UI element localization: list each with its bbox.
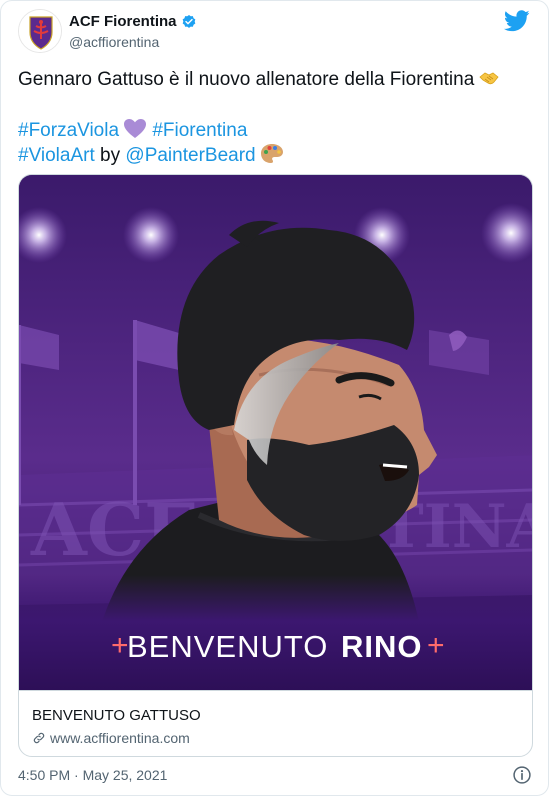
mention-painterbeard-link[interactable]: @PainterBeard [125,145,255,166]
tweet-text: Gennaro Gattuso è il nuovo allenatore de… [18,67,533,168]
by-word: by [100,145,121,166]
tweet-line-3: #ViolaArt by @PainterBeard [18,143,533,168]
account-handle[interactable]: @acffiorentina [69,34,159,50]
link-card[interactable]: ACF TINA [18,174,533,757]
card-domain[interactable]: www.acffiorentina.com [50,730,190,746]
tweet-main-sentence: Gennaro Gattuso è il nuovo allenatore de… [18,69,475,90]
gattuso-illustration: ACF TINA [19,175,532,690]
banner-fleur-left: + [111,629,129,662]
tweet-embed: ACF Fiorentina @acffiorentina Gennaro Ga… [0,0,549,796]
account-avatar[interactable] [18,9,62,53]
account-name-row[interactable]: ACF Fiorentina [69,13,197,30]
info-icon[interactable] [512,765,532,785]
tweet-line-1: Gennaro Gattuso è il nuovo allenatore de… [18,67,533,92]
link-chain-icon [33,732,45,744]
card-title[interactable]: BENVENUTO GATTUSO [32,707,201,724]
handshake-emoji-icon [479,72,499,85]
hashtag-fiorentina-link[interactable]: #Fiorentina [152,120,247,141]
card-meta[interactable]: BENVENUTO GATTUSO www.acffiorentina.com [19,690,532,756]
card-domain-row[interactable]: www.acffiorentina.com [32,730,190,746]
tweet-timestamp[interactable]: 4:50 PM · May 25, 2021 [18,767,167,783]
text-spacer [18,92,533,118]
card-image[interactable]: ACF TINA [19,175,532,690]
hashtag-violaart-link[interactable]: #ViolaArt [18,145,95,166]
purple-heart-emoji-icon [124,119,147,138]
twitter-bird-icon[interactable] [504,10,530,32]
banner-text-benvenuto: BENVENUTO [127,629,328,664]
banner-fleur-right: + [427,629,445,662]
fiorentina-crest-icon [19,10,61,52]
verified-badge-icon [182,14,195,28]
display-name[interactable]: ACF Fiorentina [69,13,177,30]
hashtag-forzaviola-link[interactable]: #ForzaViola [18,120,119,141]
tweet-line-2: #ForzaViola #Fiorentina [18,118,533,143]
palette-emoji-icon [260,144,283,163]
banner-text-rino: RINO [341,629,423,664]
